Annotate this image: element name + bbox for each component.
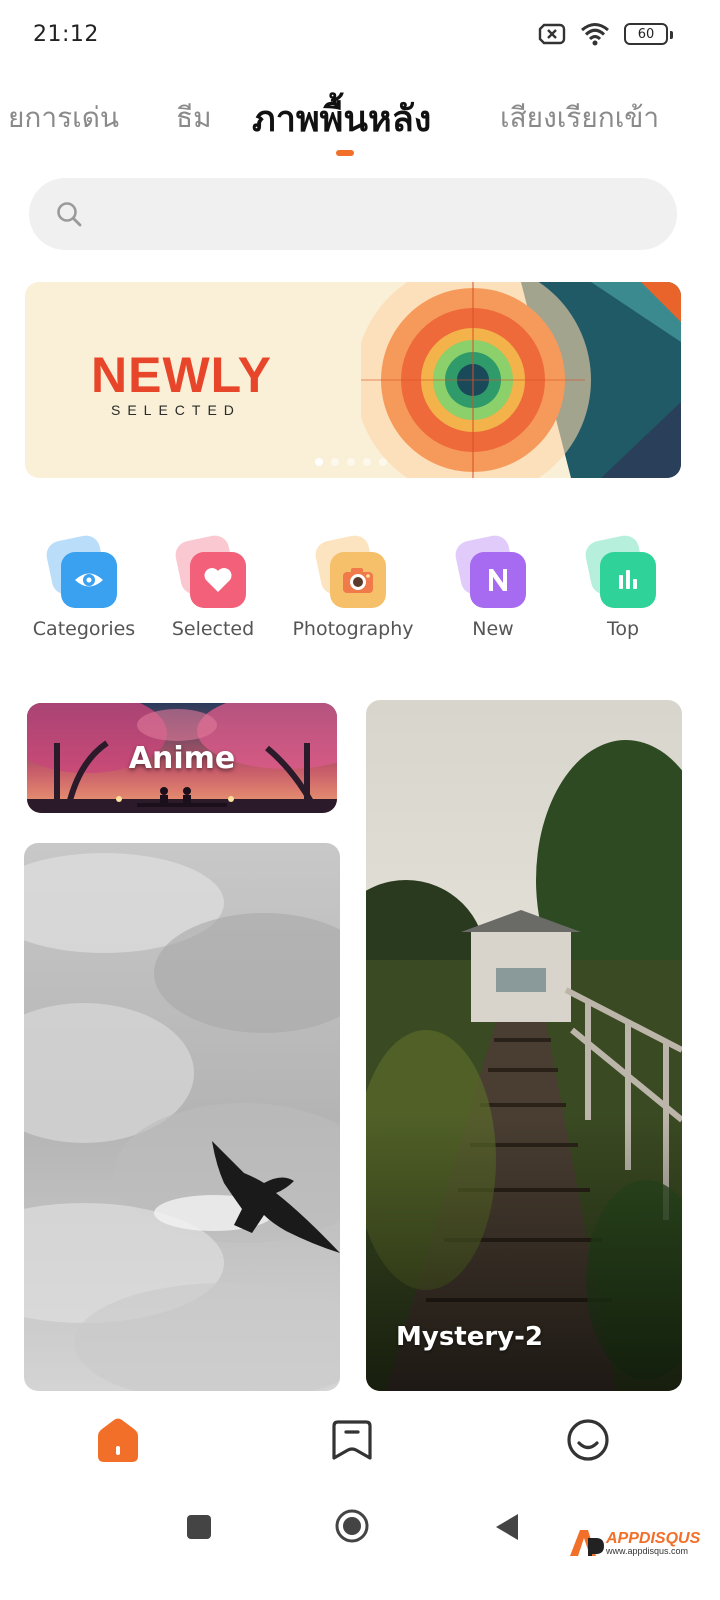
nav-profile[interactable]	[564, 1416, 612, 1464]
nav-collection[interactable]	[328, 1416, 376, 1464]
status-bar: 21:12 60	[0, 0, 720, 72]
status-time: 21:12	[33, 22, 99, 47]
nav-home[interactable]	[94, 1416, 142, 1464]
wallpaper-label: Mystery-2	[396, 1322, 544, 1352]
eye-icon	[61, 552, 117, 608]
tab-wallpapers[interactable]: ภาพพื้นหลัง	[252, 90, 431, 147]
category-photography[interactable]: Photography	[288, 532, 418, 640]
category-top[interactable]: Top	[558, 532, 688, 640]
watermark-logo: APPDISQUS www.appdisqus.com	[566, 1526, 706, 1560]
carousel-dots	[315, 458, 387, 466]
wallpaper-label: Anime	[128, 741, 236, 776]
stairs-thumbnail	[366, 700, 682, 1391]
category-selected[interactable]: Selected	[148, 532, 278, 640]
heart-icon	[190, 552, 246, 608]
status-icons: 60	[538, 22, 673, 46]
category-label: Top	[606, 618, 640, 640]
recents-button[interactable]	[186, 1514, 212, 1540]
wallpaper-card-anime[interactable]: Anime	[27, 703, 337, 813]
carousel-dot	[331, 458, 339, 466]
battery-icon: 60	[624, 23, 673, 45]
carousel-dot	[379, 458, 387, 466]
banner-title: NEWLY	[91, 347, 272, 403]
new-n-icon	[470, 552, 526, 608]
category-label: New	[472, 618, 514, 640]
back-button[interactable]	[494, 1512, 520, 1542]
search-icon	[57, 202, 82, 227]
search-input[interactable]	[99, 178, 659, 250]
carousel-dot	[363, 458, 371, 466]
bird-sky-thumbnail	[24, 843, 340, 1391]
category-shortcuts: Categories Selected Photography New Top	[0, 532, 720, 648]
wallpaper-card-bird[interactable]	[24, 843, 340, 1391]
category-new[interactable]: New	[428, 532, 558, 640]
watermark-url: www.appdisqus.com	[606, 1546, 689, 1556]
carousel-dot	[315, 458, 323, 466]
home-icon	[98, 1418, 138, 1462]
bar-chart-icon	[600, 552, 656, 608]
category-label: Categories	[32, 618, 136, 640]
bottom-nav	[0, 1392, 720, 1488]
tab-themes[interactable]: ธีม	[176, 96, 212, 140]
appdisqus-logo-icon	[570, 1530, 604, 1556]
tab-ringtones[interactable]: เสียงเรียกเข้า	[500, 96, 659, 140]
carousel-dot	[347, 458, 355, 466]
category-label: Selected	[171, 618, 255, 640]
banner-artwork	[361, 282, 681, 478]
bookmark-icon	[332, 1420, 372, 1460]
home-button[interactable]	[334, 1508, 370, 1544]
battery-level: 60	[637, 26, 655, 42]
banner-subtitle: SELECTED	[111, 402, 241, 418]
category-label: Photography	[292, 618, 414, 640]
category-categories[interactable]: Categories	[19, 532, 149, 640]
featured-banner[interactable]: NEWLY SELECTED	[25, 282, 681, 478]
sim-off-icon	[538, 23, 566, 45]
tab-featured[interactable]: ยการเด่น	[8, 96, 119, 140]
wifi-icon	[581, 23, 609, 46]
wallpaper-card-mystery-2[interactable]: Mystery-2	[366, 700, 682, 1391]
search-bar[interactable]	[29, 178, 677, 250]
camera-icon	[330, 552, 386, 608]
tab-indicator	[336, 150, 354, 156]
smiley-icon	[567, 1419, 609, 1461]
top-tabs: ยการเด่น ธีม ภาพพื้นหลัง เสียงเรียกเข้า	[0, 88, 720, 168]
